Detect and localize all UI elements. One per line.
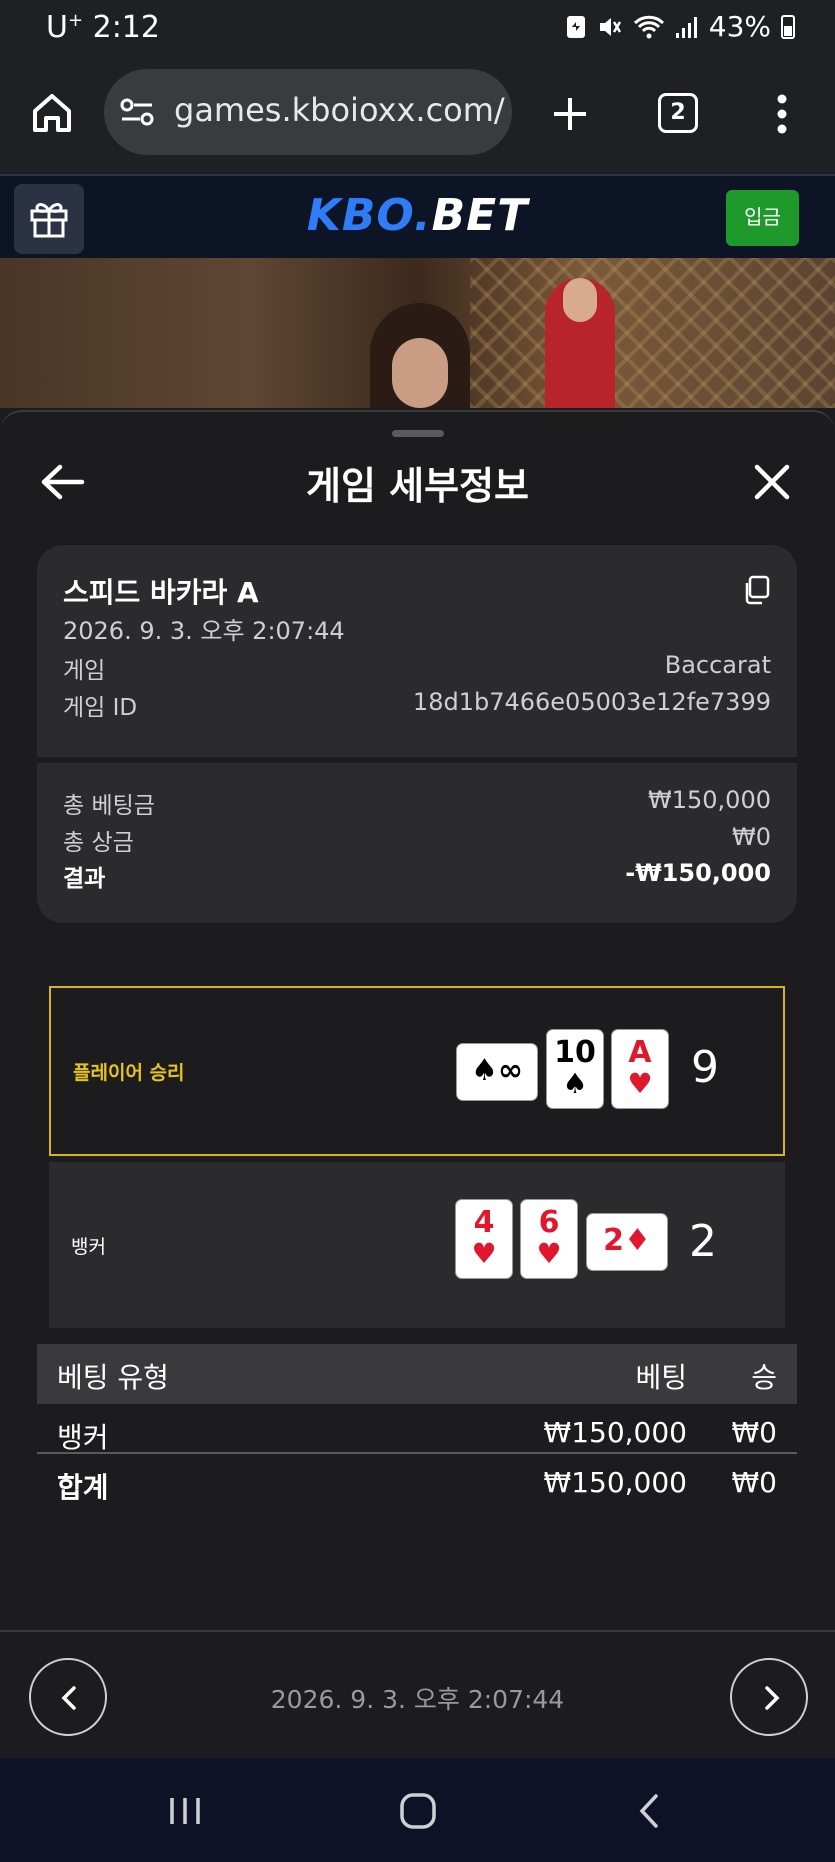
game-id-value[interactable]: 18d1b7466e05003e12fe7399	[413, 688, 771, 716]
new-tab-icon[interactable]	[550, 94, 590, 134]
total-bet-value: ₩150,000	[648, 786, 771, 814]
player-card-2: 10 ♠	[547, 1030, 603, 1108]
banker-card-2: 6 ♥	[521, 1200, 577, 1278]
status-icons: 43%	[565, 10, 795, 43]
status-time: U+ 2:12	[46, 10, 160, 45]
footer-timestamp: 2026. 9. 3. 오후 2:07:44	[270, 1685, 565, 1714]
next-game-button[interactable]	[730, 1658, 808, 1736]
sheet-title: 게임 세부정보	[306, 464, 529, 508]
chevron-right-icon	[765, 1686, 780, 1710]
header-win: 승	[751, 1361, 777, 1394]
home-icon[interactable]	[30, 91, 74, 135]
banker-hand: 뱅커 4 ♥ 6 ♥ 2♦ 2	[49, 1162, 785, 1328]
total-bet-label: 총 베팅금	[63, 793, 155, 819]
system-navigation-bar	[0, 1758, 835, 1862]
signal-icon	[675, 16, 697, 38]
result-label: 결과	[63, 866, 106, 892]
banker-card-3: 2♦	[587, 1214, 667, 1270]
site-header: KBO.BET 입금	[0, 174, 835, 258]
battery-icon	[781, 14, 795, 39]
table-total-row: 합계 ₩150,000 ₩0	[37, 1454, 797, 1504]
header-bet-type: 베팅 유형	[57, 1361, 169, 1394]
back-nav-icon[interactable]	[626, 1788, 676, 1834]
card-divider	[37, 757, 797, 763]
player-score: 9	[691, 1042, 719, 1093]
player-card-1: ♠∞	[457, 1044, 537, 1100]
wifi-icon	[633, 15, 664, 38]
game-type-label: 게임	[63, 658, 106, 684]
result-value: -₩150,000	[625, 859, 771, 887]
bet-table-header: 베팅 유형 베팅 승	[37, 1344, 797, 1404]
nfc-icon	[566, 15, 585, 38]
banker-card-1: 4 ♥	[456, 1200, 512, 1278]
game-timestamp: 2026. 9. 3. 오후 2:07:44	[63, 617, 345, 645]
mute-icon	[599, 17, 621, 36]
header-bet: 베팅	[635, 1361, 687, 1394]
total-prize-label: 총 상금	[63, 830, 134, 856]
bet-table: 베팅 유형 베팅 승 뱅커 ₩150,000 ₩0 합계 ₩150,000 ₩0	[37, 1344, 797, 1504]
game-name: 스피드 바카라 A	[63, 576, 259, 609]
deposit-button[interactable]: 입금	[726, 190, 799, 246]
player-hand: 플레이어 승리 ♠∞ 10 ♠ A ♥ 9	[49, 986, 785, 1156]
total-prize-value: ₩0	[732, 823, 771, 851]
browser-toolbar: games.kboioxx.com/ 2	[0, 56, 835, 174]
close-icon[interactable]	[752, 462, 792, 502]
banker-score: 2	[689, 1216, 717, 1267]
sheet-grab-handle[interactable]	[392, 430, 444, 437]
copy-icon[interactable]	[742, 575, 770, 605]
url-bar[interactable]: games.kboioxx.com/	[104, 69, 512, 155]
bet-amount-cell: ₩150,000	[543, 1416, 687, 1449]
live-video-background	[0, 258, 835, 408]
player-card-3: A ♥	[612, 1030, 668, 1108]
game-info-card: 스피드 바카라 A 2026. 9. 3. 오후 2:07:44 게임 Bacc…	[37, 545, 797, 923]
tab-switcher-button[interactable]: 2	[658, 93, 698, 133]
more-menu-icon[interactable]	[770, 92, 794, 136]
site-settings-icon[interactable]	[120, 97, 154, 127]
win-amount-cell: ₩0	[731, 1416, 778, 1449]
site-logo[interactable]: KBO.BET	[0, 190, 835, 241]
sheet-footer: 2026. 9. 3. 오후 2:07:44	[0, 1630, 835, 1760]
total-bet-cell: ₩150,000	[543, 1466, 687, 1499]
banker-label: 뱅커	[71, 1236, 106, 1258]
recent-apps-icon[interactable]	[160, 1788, 210, 1834]
game-id-label: 게임 ID	[63, 695, 138, 721]
status-bar: U+ 2:12 43%	[0, 0, 835, 56]
url-text: games.kboioxx.com/	[174, 91, 505, 129]
battery-percent: 43%	[708, 10, 771, 43]
game-details-sheet: 게임 세부정보 스피드 바카라 A 2026. 9. 3. 오후 2:07:44…	[0, 410, 835, 1760]
game-type-value: Baccarat	[664, 651, 771, 679]
home-button-icon[interactable]	[393, 1788, 443, 1834]
bet-type-cell: 뱅커	[57, 1421, 109, 1454]
total-win-cell: ₩0	[731, 1466, 778, 1499]
table-row: 뱅커 ₩150,000 ₩0	[37, 1404, 797, 1454]
player-win-label: 플레이어 승리	[73, 1062, 185, 1084]
total-label-cell: 합계	[57, 1471, 109, 1504]
